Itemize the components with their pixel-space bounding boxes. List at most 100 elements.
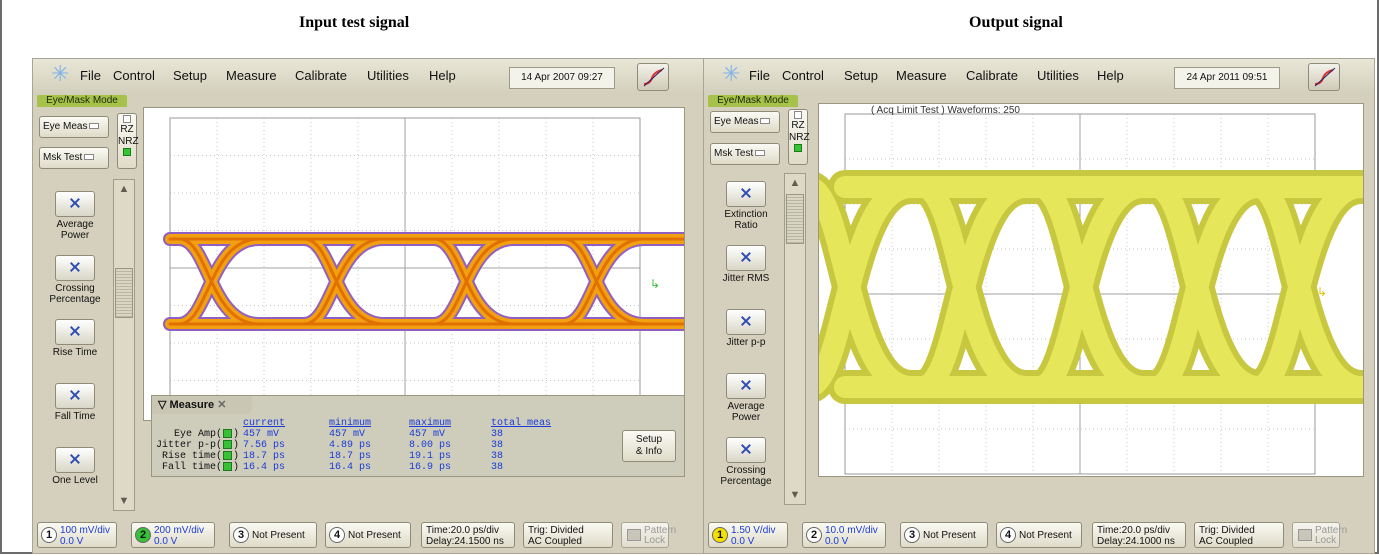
right-caption: Output signal (969, 14, 1063, 31)
led-indicator (84, 154, 95, 161)
tool-extinction-ratio[interactable]: ⨯ Extinction Ratio (710, 181, 782, 239)
channel-2-button[interactable]: 2 200 mV/div 0.0 V (131, 522, 215, 548)
channel-4-button[interactable]: 4 Not Present (996, 522, 1082, 548)
col-maximum: maximum (409, 418, 452, 429)
palette-scrollbar[interactable]: ▲ ▼ (113, 179, 135, 511)
menu-bar: ✳ File Control Setup Measure Calibrate U… (33, 59, 703, 95)
timebase-button[interactable]: Time:20.0 ps/div Delay:24.1500 ns (421, 522, 515, 548)
fall-time-icon: ⨯ (55, 383, 95, 409)
cell-current: 457 mV (243, 429, 280, 441)
tool-label: Power (731, 412, 761, 423)
tool-average-power[interactable]: ⨯ Average Power (39, 191, 111, 249)
menu-help[interactable]: Help (429, 68, 456, 83)
pattern-lock-button[interactable]: Pattern Lock (621, 522, 676, 548)
pattern-lock-label-2: Lock (644, 535, 666, 546)
channel-2-badge: 2 (806, 527, 822, 543)
menu-measure[interactable]: Measure (226, 68, 277, 83)
tool-crossing-percentage[interactable]: ⨯ Crossing Percentage (39, 255, 111, 313)
channel-2-offset: 0.0 V (154, 536, 178, 547)
autoscale-button[interactable] (1308, 63, 1340, 91)
setup-info-button[interactable]: Setup & Info (622, 430, 676, 462)
rz-led (123, 115, 131, 123)
menu-measure[interactable]: Measure (896, 68, 947, 83)
trigger-button[interactable]: Trig: Divided AC Coupled (1194, 522, 1284, 548)
tool-one-level[interactable]: ⨯ One Level (39, 447, 111, 505)
tool-jitter-rms[interactable]: ⨯ Jitter RMS (710, 245, 782, 303)
channel-2-button[interactable]: 2 10.0 mV/div 0.0 V (802, 522, 886, 548)
col-current: current (243, 418, 286, 429)
led-indicator (755, 150, 766, 157)
scroll-down-icon[interactable]: ▼ (786, 488, 804, 502)
cell-minimum: 16.4 ps (329, 462, 372, 474)
tool-average-power[interactable]: ⨯ Average Power (710, 373, 782, 431)
menu-calibrate[interactable]: Calibrate (966, 68, 1018, 83)
pattern-lock-button[interactable]: Pattern Lock (1292, 522, 1347, 548)
cell-total: 38 (491, 440, 504, 452)
eye-mask-mode-tab[interactable]: Eye/Mask Mode (37, 95, 127, 107)
msk-test-button[interactable]: Msk Test (710, 143, 780, 165)
menu-help[interactable]: Help (1097, 68, 1124, 83)
trigger-coupling: AC Coupled (1199, 536, 1253, 547)
status-bar: 1 100 mV/div 0.0 V 2 200 mV/div 0.0 V 3 Not P… (33, 517, 703, 553)
scroll-down-icon[interactable]: ▼ (115, 494, 133, 508)
close-icon[interactable]: ✕ (217, 399, 226, 411)
status-bar: 1 1.50 V/div 0.0 V 2 10.0 mV/div 0.0 V 3 Not … (704, 517, 1374, 553)
autoscale-button[interactable] (637, 63, 669, 91)
agilent-logo-icon: ✳ (722, 61, 741, 86)
eye-diagram-graticule: ↳ (819, 113, 1363, 475)
eye-diagram-display[interactable]: ↳ ( Acq Limit Test ) Waveforms: 250 (818, 103, 1364, 477)
menu-setup[interactable]: Setup (844, 68, 878, 83)
channel-1-button[interactable]: 1 100 mV/div 0.0 V (37, 522, 117, 548)
tool-label: Average (56, 219, 94, 230)
scroll-thumb[interactable] (786, 194, 804, 244)
scroll-thumb[interactable] (115, 268, 133, 318)
eye-meas-button[interactable]: Eye Meas (710, 111, 780, 133)
menu-calibrate[interactable]: Calibrate (295, 68, 347, 83)
cell-maximum: 19.1 ps (409, 451, 452, 463)
menu-file[interactable]: File (749, 68, 770, 83)
measure-header[interactable]: ▽ Measure ✕ (152, 396, 252, 414)
tool-label: One Level (52, 475, 98, 486)
channel-4-status: Not Present (1019, 530, 1072, 541)
menu-utilities[interactable]: Utilities (1037, 68, 1079, 83)
tool-crossing-percentage[interactable]: ⨯ Crossing Percentage (710, 437, 782, 495)
tool-label: Ratio (734, 220, 758, 231)
timebase-button[interactable]: Time:20.0 ps/div Delay:24.1000 ns (1092, 522, 1186, 548)
msk-test-button[interactable]: Msk Test (39, 147, 109, 169)
rz-nrz-toggle[interactable]: RZ NRZ (117, 113, 139, 169)
table-row: Eye Amp() 457 mV 457 mV 457 mV 38 (156, 429, 555, 440)
channel-1-badge: 1 (712, 527, 728, 543)
eye-meas-button[interactable]: Eye Meas (39, 116, 109, 138)
eye-mask-mode-tab[interactable]: Eye/Mask Mode (708, 95, 798, 107)
nrz-led (794, 144, 802, 152)
crossing-percentage-icon: ⨯ (726, 437, 766, 463)
tool-rise-time[interactable]: ⨯ Rise Time (39, 319, 111, 377)
channel-2-offset: 0.0 V (825, 536, 849, 547)
channel-3-button[interactable]: 3 Not Present (229, 522, 317, 548)
tool-label: Jitter RMS (722, 273, 770, 284)
jitter-pp-icon: ⨯ (726, 309, 766, 335)
scroll-up-icon[interactable]: ▲ (786, 176, 804, 190)
tool-fall-time[interactable]: ⨯ Fall Time (39, 383, 111, 441)
eye-diagram-display[interactable]: ↳ (143, 107, 685, 421)
measure-table: current minimum maximum total meas Eye A… (156, 418, 555, 474)
rz-nrz-toggle[interactable]: RZ NRZ (788, 109, 810, 165)
trigger-button[interactable]: Trig: Divided AC Coupled (523, 522, 613, 548)
menu-file[interactable]: File (80, 68, 101, 83)
row-label: Eye Amp( (174, 429, 223, 441)
palette-scrollbar[interactable]: ▲ ▼ (784, 173, 806, 505)
measurement-palette: ⨯ Average Power ⨯ Crossing Percentage ⨯ Rise Ti… (39, 191, 111, 509)
menu-control[interactable]: Control (782, 68, 824, 83)
menu-control[interactable]: Control (113, 68, 155, 83)
channel-3-button[interactable]: 3 Not Present (900, 522, 988, 548)
rz-label: RZ (791, 120, 805, 131)
menu-utilities[interactable]: Utilities (367, 68, 409, 83)
channel-1-scale: 100 mV/div (60, 525, 111, 536)
channel-4-button[interactable]: 4 Not Present (325, 522, 411, 548)
tool-jitter-pp[interactable]: ⨯ Jitter p-p (710, 309, 782, 367)
channel-1-button[interactable]: 1 1.50 V/div 0.0 V (708, 522, 788, 548)
scroll-up-icon[interactable]: ▲ (115, 182, 133, 196)
col-total-meas: total meas (491, 418, 552, 429)
menu-setup[interactable]: Setup (173, 68, 207, 83)
nrz-label: NRZ (789, 132, 810, 143)
